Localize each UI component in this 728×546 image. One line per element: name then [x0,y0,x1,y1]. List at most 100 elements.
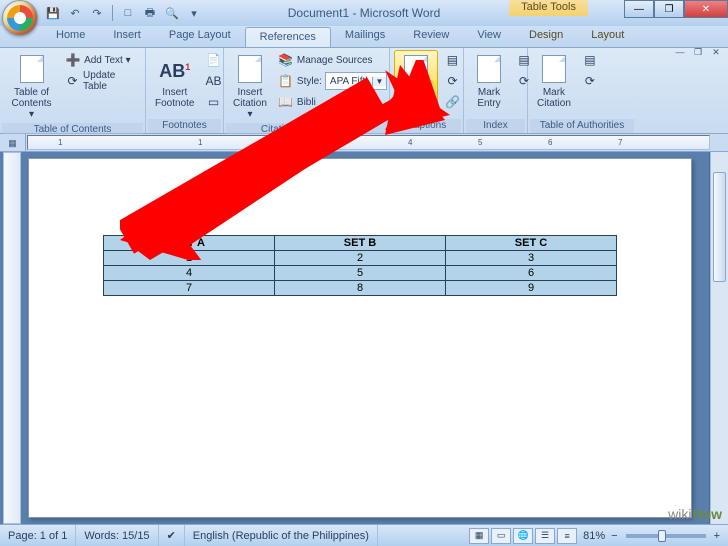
status-language[interactable]: English (Republic of the Philippines) [185,525,378,546]
horizontal-ruler[interactable]: 1 1 2 3 4 5 6 7 [27,135,710,150]
scrollbar-thumb[interactable] [713,172,726,282]
view-outline[interactable]: ☰ [535,528,555,544]
mdi-minimize[interactable]: ― [672,45,688,59]
insert-footnote-button[interactable]: AB1 Insert Footnote [150,50,199,112]
document-page[interactable]: SET A SET B SET C 1 2 3 4 5 6 7 8 9 [28,158,692,518]
tab-design[interactable]: Design [515,26,577,47]
manage-sources-button[interactable]: 📚Manage Sources [275,50,390,70]
status-page[interactable]: Page: 1 of 1 [0,525,76,546]
ruler-corner[interactable]: ▦ [0,134,26,152]
insert-toa-button[interactable]: ▤ [579,50,601,70]
view-full-screen[interactable]: ▭ [491,528,511,544]
zoom-slider-thumb[interactable] [658,530,666,542]
mark-entry-label: Mark Entry [477,87,500,109]
style-dropdown-icon[interactable]: ▼ [372,77,386,86]
tab-insert[interactable]: Insert [99,26,155,47]
zoom-slider[interactable] [626,534,706,538]
status-words[interactable]: Words: 15/15 [76,525,158,546]
ruler-tick: 6 [548,138,552,147]
table-cell[interactable]: 9 [446,281,617,296]
group-label-toa: Table of Authorities [530,119,634,133]
table-cell[interactable]: 6 [446,266,617,281]
table-cell[interactable]: 3 [446,251,617,266]
insert-caption-label: Insert Caption [399,87,433,109]
tab-review[interactable]: Review [399,26,463,47]
vertical-ruler[interactable] [3,152,21,524]
view-draft[interactable]: ≡ [557,528,577,544]
insert-table-of-figures-button[interactable]: ▤ [441,50,463,70]
qat-print[interactable]: 🖶 [141,4,159,22]
view-print-layout[interactable]: ▦ [469,528,489,544]
table-cell[interactable]: 5 [275,266,446,281]
minimize-button[interactable]: ― [624,0,654,18]
mark-citation-button[interactable]: Mark Citation [532,50,576,112]
maximize-button[interactable]: ❐ [654,0,684,18]
group-label-footnotes: Footnotes [148,119,221,133]
mdi-restore[interactable]: ❐ [690,45,706,59]
add-text-icon: ➕ [65,52,81,68]
add-text-button[interactable]: ➕Add Text ▾ [62,50,141,70]
workspace: ▦ 1 1 2 3 4 5 6 7 SET A SET B SET C 1 2 [0,134,728,524]
style-combo[interactable]: APA Fiftl ▼ [325,72,387,90]
qat-redo[interactable]: ↷ [88,4,106,22]
insert-endnote-button[interactable]: 📄 [202,50,224,70]
zoom-out-button[interactable]: − [611,530,617,542]
mdi-close[interactable]: ✕ [708,45,724,59]
tab-home[interactable]: Home [42,26,99,47]
qat-save[interactable]: 💾 [44,4,62,22]
group-index: Mark Entry ▤ ⟳ Index [464,48,528,133]
ruler-tick: 3 [338,138,342,147]
document-scroll-area[interactable]: SET A SET B SET C 1 2 3 4 5 6 7 8 9 [0,152,710,524]
next-footnote-button[interactable]: AB [202,71,224,91]
table-header-cell[interactable]: SET C [446,236,617,251]
table-cell[interactable]: 7 [104,281,275,296]
tab-references[interactable]: References [245,27,331,47]
table-cell[interactable]: 2 [275,251,446,266]
show-notes-icon: ▭ [205,94,221,110]
tab-mailings[interactable]: Mailings [331,26,399,47]
table-tools-contextual-tab-label: Table Tools [509,0,588,16]
proofing-icon: ✔ [167,529,176,542]
table-cell[interactable]: 8 [275,281,446,296]
document-table[interactable]: SET A SET B SET C 1 2 3 4 5 6 7 8 9 [103,235,617,296]
table-row[interactable]: 1 2 3 [104,251,617,266]
table-row[interactable]: 4 5 6 [104,266,617,281]
close-button[interactable]: ✕ [684,0,728,18]
bibliography-button[interactable]: 📖Bibli [275,92,390,112]
group-label-index: Index [466,119,525,133]
view-web-layout[interactable]: 🌐 [513,528,533,544]
table-of-contents-button[interactable]: Table of Contents ▾ [4,50,59,123]
show-notes-button[interactable]: ▭ [202,92,224,112]
vertical-scrollbar[interactable] [710,152,728,524]
qat-preview[interactable]: 🔍 [163,4,181,22]
group-label-captions: Captions [392,119,461,133]
update-table-button[interactable]: ⟳Update Table [62,71,141,91]
ruler-tick: 5 [478,138,482,147]
insert-citation-button[interactable]: Insert Citation ▾ [228,50,272,123]
toc-label: Table of Contents ▾ [9,87,54,120]
style-value: APA Fiftl [326,76,372,87]
qat-new[interactable]: □ [119,4,137,22]
update-toa-button[interactable]: ⟳ [579,71,601,91]
update-tof-button[interactable]: ⟳ [441,71,463,91]
table-header-cell[interactable]: SET A [104,236,275,251]
office-button[interactable] [2,0,38,36]
table-row[interactable]: SET A SET B SET C [104,236,617,251]
tab-layout[interactable]: Layout [577,26,638,47]
cross-reference-button[interactable]: 🔗 [441,92,463,112]
table-row[interactable]: 7 8 9 [104,281,617,296]
qat-customize[interactable]: ▾ [185,4,203,22]
table-cell[interactable]: 4 [104,266,275,281]
table-cell[interactable]: 1 [104,251,275,266]
style-selector[interactable]: 📋 Style: APA Fiftl ▼ [275,71,390,91]
status-proofing[interactable]: ✔ [159,525,185,546]
mark-entry-button[interactable]: Mark Entry [468,50,510,112]
qat-undo[interactable]: ↶ [66,4,84,22]
table-header-cell[interactable]: SET B [275,236,446,251]
tab-view[interactable]: View [463,26,515,47]
tab-page-layout[interactable]: Page Layout [155,26,245,47]
zoom-in-button[interactable]: + [714,530,720,542]
zoom-level[interactable]: 81% [583,530,605,542]
insert-caption-button[interactable]: Insert Caption [394,50,438,112]
group-footnotes: AB1 Insert Footnote 📄 AB ▭ Footnotes [146,48,224,133]
